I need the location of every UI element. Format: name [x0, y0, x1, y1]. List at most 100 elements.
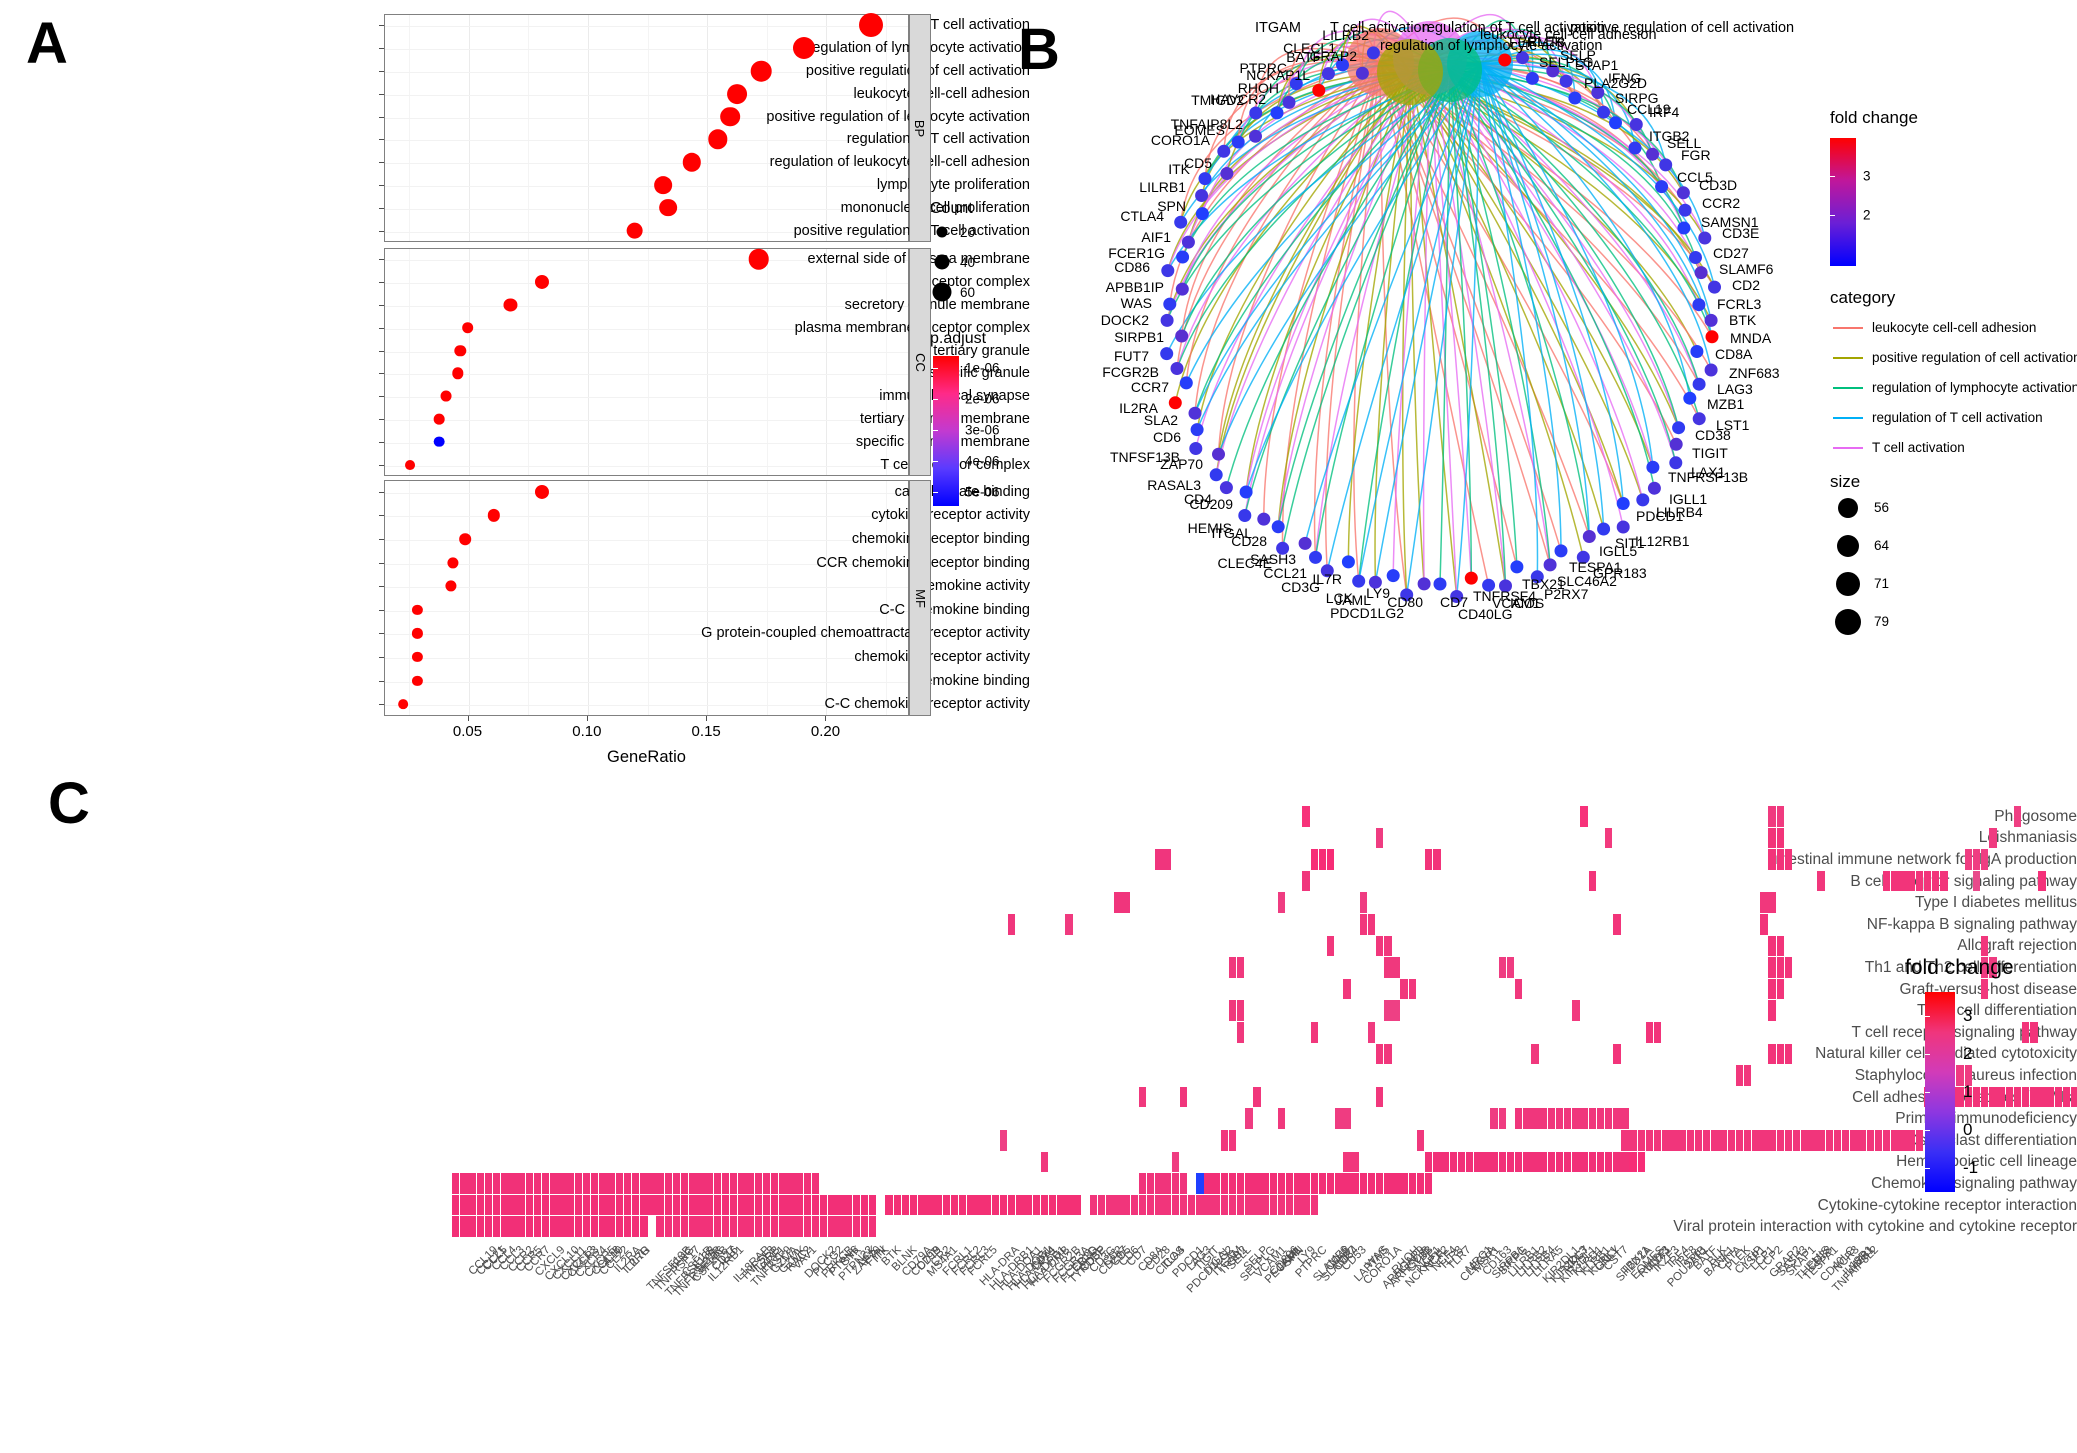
heatmap-cell	[991, 1194, 1000, 1216]
heatmap-cell	[1972, 870, 1981, 892]
heatmap-cell	[1997, 1086, 2005, 1108]
cnet-gene-node	[1189, 442, 1203, 455]
heatmap-cell	[697, 1194, 705, 1216]
heatmap-cell	[1604, 1108, 1613, 1130]
heatmap-cell	[1343, 1108, 1351, 1130]
heatmap-cell	[1277, 1108, 1286, 1130]
facet-strip-label: BP	[912, 119, 928, 137]
heatmap-cell	[533, 1216, 542, 1238]
heatmap-cell	[1596, 1151, 1605, 1173]
axis-y-tick	[379, 185, 384, 186]
legend-category-swatch	[1833, 417, 1863, 419]
heatmap-cell	[1147, 1173, 1155, 1194]
heatmap-cell	[1294, 1194, 1302, 1216]
heatmap-cell	[819, 1194, 828, 1216]
axis-x-tick-label: 0.10	[572, 723, 602, 740]
legend-category-swatch	[1833, 447, 1863, 449]
heatmap-cell	[1858, 1130, 1866, 1151]
cnet-gene-label: MNDA	[1730, 330, 1772, 346]
dotplot-point	[626, 222, 643, 239]
heatmap-cell	[607, 1216, 615, 1238]
heatmap-cell	[1089, 1194, 1098, 1216]
cnet-category-label: regulation of lymphocyte activation	[1380, 38, 1603, 54]
heatmap-cell	[1580, 1108, 1588, 1130]
heatmap-cell	[1621, 1151, 1629, 1173]
cnet-gene-node	[1655, 180, 1669, 194]
heatmap-cell	[1114, 892, 1122, 914]
heatmap-cell	[1703, 1130, 1711, 1151]
heatmap-cell	[1065, 1194, 1073, 1216]
heatmap-row-label: Intestinal immune network for IgA produc…	[1771, 851, 2077, 868]
legend-padjust-tick	[933, 492, 938, 493]
legend-foldchange-colorbar	[1830, 138, 1856, 266]
heatmap-cell	[787, 1194, 795, 1216]
cnet-gene-label: SPN	[1157, 198, 1186, 214]
heatmap-legend-label: 1	[1963, 1082, 1973, 1101]
heatmap-cell	[762, 1173, 771, 1194]
heatmap-cell	[1228, 957, 1237, 978]
axis-y-tick	[379, 162, 384, 164]
heatmap-cell	[1204, 1173, 1212, 1194]
heatmap-cell	[468, 1216, 476, 1238]
heatmap-cell	[672, 1173, 681, 1194]
heatmap-cell	[721, 1194, 730, 1216]
cnet-gene-node	[1677, 221, 1691, 235]
heatmap-cell	[566, 1216, 574, 1238]
legend-category-swatch	[1833, 327, 1863, 329]
heatmap-cell	[1277, 1173, 1286, 1194]
heatmap-cell	[623, 1173, 632, 1194]
heatmap-cell	[1016, 1194, 1024, 1216]
heatmap-cell	[460, 1216, 468, 1238]
heatmap-cell	[582, 1194, 591, 1216]
heatmap-cell	[1384, 935, 1392, 957]
heatmap-cell	[525, 1194, 534, 1216]
heatmap-cell	[1776, 827, 1785, 849]
cnet-gene-label: CD86	[1114, 259, 1150, 275]
heatmap-cell	[1613, 1108, 1621, 1130]
heatmap-cell	[1425, 849, 1433, 870]
heatmap-cell	[893, 1194, 901, 1216]
heatmap-row-label: Staphylococcus aureus infection	[1854, 1067, 2077, 1084]
heatmap-cell	[1228, 1000, 1237, 1022]
heatmap-cell	[591, 1216, 599, 1238]
panel-a-letter: A	[26, 11, 68, 76]
dotplot-point	[654, 176, 673, 194]
heatmap-cell	[460, 1173, 468, 1194]
heatmap-cell	[1310, 849, 1318, 870]
heatmap-cell	[1792, 1130, 1801, 1151]
cnet-gene-label: CD7	[1440, 594, 1469, 610]
heatmap-cell	[2038, 870, 2046, 892]
heatmap-cell	[852, 1216, 861, 1238]
heatmap-cell	[1008, 1194, 1016, 1216]
cnet-gene-node	[1341, 555, 1355, 569]
heatmap-cell	[2030, 1022, 2038, 1043]
cnet-gene-label: CCR7	[1130, 379, 1169, 395]
cnet-gene-label: TIGIT	[1692, 445, 1728, 461]
heatmap-cell	[1940, 870, 1948, 892]
heatmap-cell	[2021, 1086, 2030, 1108]
heatmap-cell	[476, 1173, 484, 1194]
heatmap-cell	[1457, 1151, 1466, 1173]
heatmap-cell	[1882, 870, 1891, 892]
heatmap-cell	[1653, 1022, 1662, 1043]
heatmap-cell	[1531, 1043, 1539, 1065]
legend-category-label: T cell activation	[1872, 440, 1965, 455]
dotplot-point	[750, 60, 772, 82]
legend-padjust-label: 2e-06	[965, 391, 1000, 407]
heatmap-cell	[819, 1216, 828, 1238]
heatmap-row-label: Th17 cell differentiation	[1917, 1002, 2077, 1020]
cnet-gene-node	[1219, 481, 1233, 495]
cnet-gene-node	[1257, 512, 1271, 526]
heatmap-cell	[1776, 849, 1785, 870]
cnet-gene-node	[1190, 423, 1204, 437]
heatmap-cell	[852, 1194, 861, 1216]
heatmap-cell	[1547, 1151, 1556, 1173]
heatmap-cell	[1506, 1151, 1515, 1173]
heatmap-cell	[1269, 1194, 1278, 1216]
heatmap-legend-label: 3	[1963, 1006, 1973, 1025]
heatmap-cell	[1359, 914, 1368, 935]
heatmap-cell	[689, 1173, 697, 1194]
heatmap-cell	[656, 1173, 664, 1194]
heatmap-cell	[1155, 1173, 1163, 1194]
legend-category-label: regulation of T cell activation	[1872, 410, 2043, 425]
